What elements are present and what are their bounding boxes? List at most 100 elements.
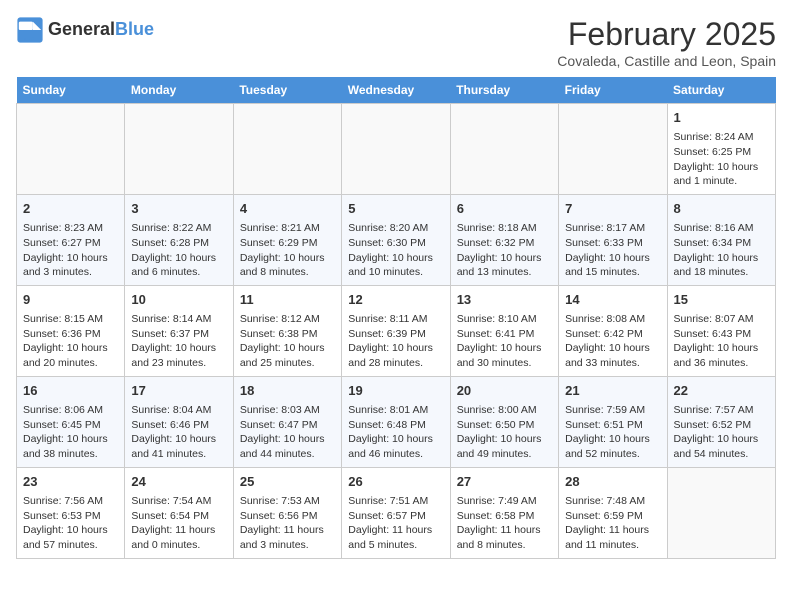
- calendar-day-11: 11 Sunrise: 8:12 AM Sunset: 6:38 PM Dayli…: [233, 285, 341, 376]
- calendar-day-21: 21Sunrise: 7:59 AM Sunset: 6:51 PM Dayli…: [559, 376, 667, 467]
- calendar-day-13: 13 Sunrise: 8:10 AM Sunset: 6:41 PM Dayli…: [450, 285, 558, 376]
- calendar-day-12: 12 Sunrise: 8:11 AM Sunset: 6:39 PM Dayli…: [342, 285, 450, 376]
- calendar-day-2: 2 Sunrise: 8:23 AM Sunset: 6:27 PM Daylig…: [17, 194, 125, 285]
- calendar-day-28: 28Sunrise: 7:48 AM Sunset: 6:59 PM Dayli…: [559, 467, 667, 558]
- day-info: Sunrise: 8:22 AM Sunset: 6:28 PM Dayligh…: [131, 221, 226, 280]
- day-info: Sunrise: 8:06 AM Sunset: 6:45 PM Dayligh…: [23, 403, 118, 462]
- day-number: 9: [23, 291, 118, 309]
- day-number: 8: [674, 200, 769, 218]
- calendar-week-5: 23 Sunrise: 7:56 AM Sunset: 6:53 PM Dayli…: [17, 467, 776, 558]
- day-info: Sunrise: 8:15 AM Sunset: 6:36 PM Dayligh…: [23, 312, 118, 371]
- day-info: Sunrise: 8:23 AM Sunset: 6:27 PM Dayligh…: [23, 221, 118, 280]
- calendar-day-9: 9 Sunrise: 8:15 AM Sunset: 6:36 PM Daylig…: [17, 285, 125, 376]
- day-info: Sunrise: 7:56 AM Sunset: 6:53 PM Dayligh…: [23, 494, 118, 553]
- day-number: 2: [23, 200, 118, 218]
- day-number: 20: [457, 382, 552, 400]
- day-number: 3: [131, 200, 226, 218]
- day-number: 1: [674, 109, 769, 127]
- calendar-day-15: 15Sunrise: 8:07 AM Sunset: 6:43 PM Dayli…: [667, 285, 775, 376]
- day-info: Sunrise: 8:21 AM Sunset: 6:29 PM Dayligh…: [240, 221, 335, 280]
- calendar-day-20: 20 Sunrise: 8:00 AM Sunset: 6:50 PM Dayli…: [450, 376, 558, 467]
- day-number: 12: [348, 291, 443, 309]
- calendar-day-16: 16 Sunrise: 8:06 AM Sunset: 6:45 PM Dayli…: [17, 376, 125, 467]
- calendar-day-24: 24 Sunrise: 7:54 AM Sunset: 6:54 PM Dayli…: [125, 467, 233, 558]
- day-number: 6: [457, 200, 552, 218]
- day-number: 13: [457, 291, 552, 309]
- day-info: Sunrise: 8:24 AM Sunset: 6:25 PM Dayligh…: [674, 130, 769, 189]
- day-info: Sunrise: 7:57 AM Sunset: 6:52 PM Dayligh…: [674, 403, 769, 462]
- day-info: Sunrise: 8:14 AM Sunset: 6:37 PM Dayligh…: [131, 312, 226, 371]
- calendar-day-4: 4 Sunrise: 8:21 AM Sunset: 6:29 PM Daylig…: [233, 194, 341, 285]
- day-number: 11: [240, 291, 335, 309]
- calendar-day-empty: [125, 104, 233, 195]
- calendar-day-19: 19 Sunrise: 8:01 AM Sunset: 6:48 PM Dayli…: [342, 376, 450, 467]
- calendar-day-22: 22 Sunrise: 7:57 AM Sunset: 6:52 PM Dayli…: [667, 376, 775, 467]
- calendar-day-18: 18Sunrise: 8:03 AM Sunset: 6:47 PM Dayli…: [233, 376, 341, 467]
- day-info: Sunrise: 8:10 AM Sunset: 6:41 PM Dayligh…: [457, 312, 552, 371]
- day-number: 4: [240, 200, 335, 218]
- calendar-week-3: 9 Sunrise: 8:15 AM Sunset: 6:36 PM Daylig…: [17, 285, 776, 376]
- day-info: Sunrise: 8:00 AM Sunset: 6:50 PM Dayligh…: [457, 403, 552, 462]
- weekday-header-monday: Monday: [125, 77, 233, 104]
- calendar-day-empty: [17, 104, 125, 195]
- calendar-week-1: 1 Sunrise: 8:24 AM Sunset: 6:25 PM Daylig…: [17, 104, 776, 195]
- calendar-day-empty: [559, 104, 667, 195]
- day-info: Sunrise: 7:51 AM Sunset: 6:57 PM Dayligh…: [348, 494, 443, 553]
- calendar-day-1: 1 Sunrise: 8:24 AM Sunset: 6:25 PM Daylig…: [667, 104, 775, 195]
- title-area: February 2025 Covaleda, Castille and Leo…: [557, 16, 776, 69]
- weekday-header-friday: Friday: [559, 77, 667, 104]
- weekday-header-tuesday: Tuesday: [233, 77, 341, 104]
- day-number: 5: [348, 200, 443, 218]
- weekday-header-thursday: Thursday: [450, 77, 558, 104]
- calendar-day-6: 6 Sunrise: 8:18 AM Sunset: 6:32 PM Daylig…: [450, 194, 558, 285]
- day-info: Sunrise: 7:49 AM Sunset: 6:58 PM Dayligh…: [457, 494, 552, 553]
- day-number: 23: [23, 473, 118, 491]
- day-number: 10: [131, 291, 226, 309]
- weekday-header-sunday: Sunday: [17, 77, 125, 104]
- calendar-day-7: 7 Sunrise: 8:17 AM Sunset: 6:33 PM Daylig…: [559, 194, 667, 285]
- calendar-day-25: 25 Sunrise: 7:53 AM Sunset: 6:56 PM Dayli…: [233, 467, 341, 558]
- day-number: 22: [674, 382, 769, 400]
- day-info: Sunrise: 8:08 AM Sunset: 6:42 PM Dayligh…: [565, 312, 660, 371]
- calendar-day-17: 17Sunrise: 8:04 AM Sunset: 6:46 PM Dayli…: [125, 376, 233, 467]
- location-title: Covaleda, Castille and Leon, Spain: [557, 53, 776, 69]
- logo: Blue GeneralBlue: [16, 16, 154, 44]
- day-info: Sunrise: 7:53 AM Sunset: 6:56 PM Dayligh…: [240, 494, 335, 553]
- calendar-day-3: 3 Sunrise: 8:22 AM Sunset: 6:28 PM Daylig…: [125, 194, 233, 285]
- day-info: Sunrise: 8:01 AM Sunset: 6:48 PM Dayligh…: [348, 403, 443, 462]
- svg-text:Blue: Blue: [21, 35, 35, 42]
- day-info: Sunrise: 8:17 AM Sunset: 6:33 PM Dayligh…: [565, 221, 660, 280]
- day-number: 14: [565, 291, 660, 309]
- day-info: Sunrise: 7:59 AM Sunset: 6:51 PM Dayligh…: [565, 403, 660, 462]
- day-number: 25: [240, 473, 335, 491]
- calendar-day-empty: [450, 104, 558, 195]
- calendar-day-10: 10 Sunrise: 8:14 AM Sunset: 6:37 PM Dayli…: [125, 285, 233, 376]
- calendar-day-8: 8Sunrise: 8:16 AM Sunset: 6:34 PM Daylig…: [667, 194, 775, 285]
- logo-text: GeneralBlue: [48, 20, 154, 40]
- calendar-day-23: 23 Sunrise: 7:56 AM Sunset: 6:53 PM Dayli…: [17, 467, 125, 558]
- header: Blue GeneralBlue February 2025 Covaleda,…: [16, 16, 776, 69]
- calendar-day-27: 27Sunrise: 7:49 AM Sunset: 6:58 PM Dayli…: [450, 467, 558, 558]
- day-info: Sunrise: 8:04 AM Sunset: 6:46 PM Dayligh…: [131, 403, 226, 462]
- day-number: 19: [348, 382, 443, 400]
- weekday-header-row: SundayMondayTuesdayWednesdayThursdayFrid…: [17, 77, 776, 104]
- day-info: Sunrise: 8:12 AM Sunset: 6:38 PM Dayligh…: [240, 312, 335, 371]
- calendar-table: SundayMondayTuesdayWednesdayThursdayFrid…: [16, 77, 776, 559]
- day-number: 24: [131, 473, 226, 491]
- calendar-week-2: 2 Sunrise: 8:23 AM Sunset: 6:27 PM Daylig…: [17, 194, 776, 285]
- calendar-day-5: 5 Sunrise: 8:20 AM Sunset: 6:30 PM Daylig…: [342, 194, 450, 285]
- day-info: Sunrise: 7:54 AM Sunset: 6:54 PM Dayligh…: [131, 494, 226, 553]
- day-info: Sunrise: 8:20 AM Sunset: 6:30 PM Dayligh…: [348, 221, 443, 280]
- day-number: 28: [565, 473, 660, 491]
- weekday-header-saturday: Saturday: [667, 77, 775, 104]
- day-number: 7: [565, 200, 660, 218]
- day-number: 16: [23, 382, 118, 400]
- day-number: 26: [348, 473, 443, 491]
- calendar-day-14: 14 Sunrise: 8:08 AM Sunset: 6:42 PM Dayli…: [559, 285, 667, 376]
- calendar-day-empty: [342, 104, 450, 195]
- calendar-day-26: 26 Sunrise: 7:51 AM Sunset: 6:57 PM Dayli…: [342, 467, 450, 558]
- calendar-week-4: 16 Sunrise: 8:06 AM Sunset: 6:45 PM Dayli…: [17, 376, 776, 467]
- day-info: Sunrise: 8:18 AM Sunset: 6:32 PM Dayligh…: [457, 221, 552, 280]
- day-info: Sunrise: 8:11 AM Sunset: 6:39 PM Dayligh…: [348, 312, 443, 371]
- day-info: Sunrise: 8:07 AM Sunset: 6:43 PM Dayligh…: [674, 312, 769, 371]
